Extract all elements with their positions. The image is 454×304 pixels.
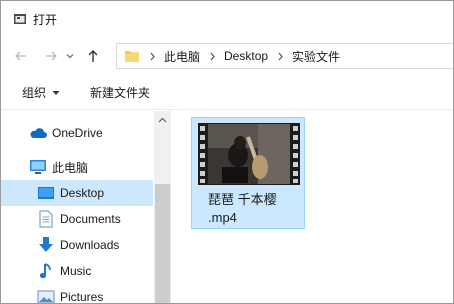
sidebar-item-desktop[interactable]: Desktop (1, 180, 153, 206)
pictures-icon (37, 288, 55, 303)
recent-locations-button[interactable] (63, 44, 77, 68)
folder-icon (125, 51, 139, 62)
forward-button[interactable] (39, 44, 63, 68)
sidebar-item-downloads[interactable]: Downloads (1, 232, 153, 258)
sidebar-item-pictures[interactable]: Pictures (1, 284, 153, 304)
open-file-dialog: 打开 此电脑 Desktop 实验文件 组织 新建文件夹 OneDrive 此电… (0, 0, 454, 304)
organize-button[interactable]: 组织 (22, 84, 60, 101)
sidebar-item-label: 此电脑 (52, 160, 89, 175)
address-bar[interactable]: 此电脑 Desktop 实验文件 (116, 43, 453, 69)
chevron-up-icon (158, 117, 167, 122)
command-bar: 组织 新建文件夹 (1, 76, 453, 110)
sidebar-item-label: OneDrive (52, 126, 103, 140)
up-button[interactable] (81, 44, 105, 68)
scroll-thumb[interactable] (155, 184, 170, 303)
arrow-up-icon (88, 50, 98, 62)
file-extension-line: .mp4 (208, 210, 237, 225)
desktop-icon (37, 184, 55, 202)
chevron-down-icon (66, 54, 74, 59)
chevron-right-icon (205, 49, 219, 63)
chevron-right-icon (273, 49, 287, 63)
file-list: 琵琶 千本樱 .mp4 (171, 111, 453, 303)
back-button[interactable] (9, 44, 33, 68)
breadcrumb-experiment-files[interactable]: 实验文件 (292, 48, 340, 65)
arrow-left-icon (15, 51, 26, 61)
downloads-icon (37, 236, 55, 254)
chevron-right-icon (145, 49, 159, 63)
sidebar-item-onedrive[interactable]: OneDrive (1, 120, 153, 146)
file-name: 琵琶 千本樱 .mp4 (208, 191, 298, 227)
file-item[interactable]: 琵琶 千本樱 .mp4 (191, 117, 305, 229)
music-icon (37, 262, 55, 280)
sidebar-item-label: Documents (60, 212, 121, 226)
arrow-right-icon (46, 51, 57, 61)
sidebar-item-music[interactable]: Music (1, 258, 153, 284)
new-folder-button[interactable]: 新建文件夹 (90, 84, 150, 101)
this-pc-icon (29, 158, 47, 176)
sidebar-item-this-pc[interactable]: 此电脑 (1, 154, 153, 180)
caret-down-icon (52, 90, 60, 95)
new-folder-label: 新建文件夹 (90, 86, 151, 100)
sidebar-item-documents[interactable]: Documents (1, 206, 153, 232)
navigation-scrollbar[interactable] (154, 111, 171, 303)
file-name-line: 琵琶 千本樱 (208, 192, 277, 207)
organize-label: 组织 (22, 86, 47, 100)
sidebar-item-label: Pictures (60, 290, 104, 304)
sidebar-item-label: Desktop (60, 186, 105, 200)
window-title: 打开 (33, 12, 58, 27)
open-dialog-icon (14, 14, 26, 24)
sidebar-item-label: Downloads (60, 238, 120, 252)
title-bar: 打开 (1, 1, 453, 37)
onedrive-cloud-icon (29, 124, 47, 142)
navigation-pane: OneDrive 此电脑 Desktop Documents Downloads… (1, 111, 171, 304)
video-thumbnail-icon (198, 123, 300, 185)
sidebar-item-label: Music (60, 264, 92, 278)
scroll-up-button[interactable] (154, 111, 171, 128)
documents-icon (37, 210, 55, 228)
breadcrumb-this-pc[interactable]: 此电脑 (164, 48, 200, 65)
breadcrumb-desktop[interactable]: Desktop (224, 49, 268, 63)
address-row: 此电脑 Desktop 实验文件 (1, 40, 453, 72)
